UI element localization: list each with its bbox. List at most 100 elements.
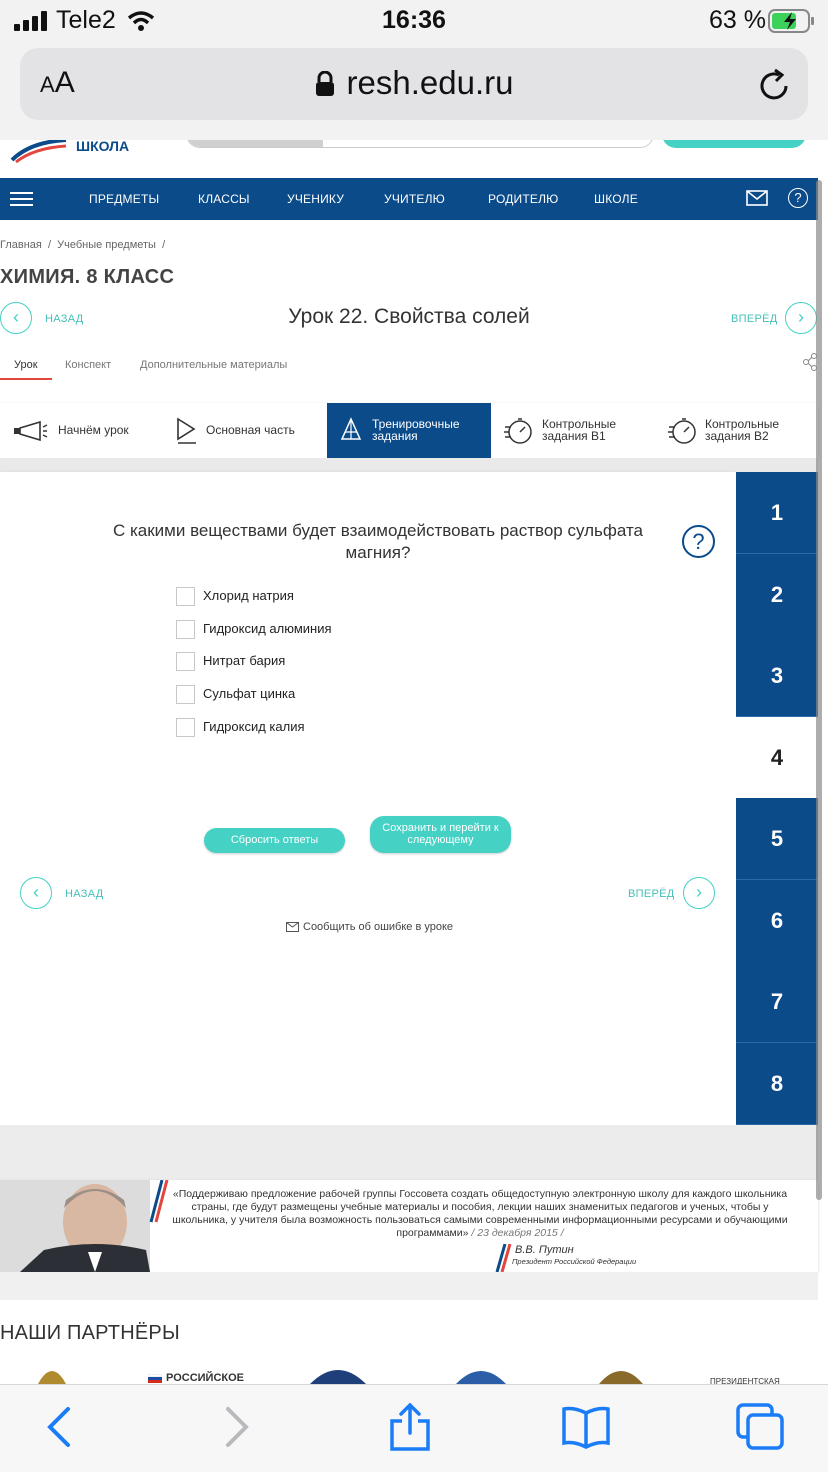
emblem-logo[interactable] (34, 1364, 70, 1384)
quote-signer: В.В. Путин (515, 1244, 574, 1256)
tab-lesson[interactable]: Урок (14, 359, 38, 371)
browser-address-area: AA resh.edu.ru (0, 44, 828, 140)
stage-training-label-2: задания (372, 429, 418, 443)
prev-task-link[interactable]: НАЗАД (65, 888, 103, 900)
clock: 16:36 (382, 6, 446, 34)
nav-subjects[interactable]: ПРЕДМЕТЫ (89, 192, 159, 206)
stage-main[interactable]: Основная часть (163, 403, 327, 458)
task-number-3[interactable]: 3 (736, 635, 818, 717)
scrollbar[interactable] (816, 180, 822, 1200)
lesson-title: Урок 22. Свойства солей (288, 305, 530, 328)
url-text: resh.edu.ru (20, 64, 808, 102)
share-icon[interactable] (384, 1403, 436, 1451)
content-backdrop (0, 458, 818, 472)
tab-extra-materials[interactable]: Дополнительные материалы (140, 359, 287, 371)
save-next-button[interactable]: Сохранить и перейти к следующему (370, 816, 511, 853)
question-help-icon[interactable]: ? (682, 525, 715, 558)
prev-task-arrow-icon[interactable]: ‹ (20, 877, 52, 909)
stage-control-b2[interactable]: Контрольные задания В2 (655, 403, 818, 458)
option-checkbox[interactable] (176, 718, 195, 737)
next-lesson-arrow-icon[interactable]: › (785, 302, 817, 334)
next-task-link[interactable]: ВПЕРЁД (628, 888, 675, 900)
stage-training[interactable]: Тренировочные задания (327, 403, 491, 458)
partners-heading: НАШИ ПАРТНЁРЫ (0, 1322, 180, 1344)
quote-signer-role: Президент Российской Федерации (512, 1257, 637, 1266)
pyramid-icon (340, 417, 362, 440)
forward-arrow-icon[interactable] (210, 1403, 262, 1451)
task-number-2[interactable]: 2 (736, 554, 818, 636)
main-nav: ПРЕДМЕТЫ КЛАССЫ УЧЕНИКУ УЧИТЕЛЮ РОДИТЕЛЮ… (0, 178, 818, 220)
reset-answers-button[interactable]: Сбросить ответы (204, 828, 345, 853)
emblem-logo[interactable] (308, 1364, 368, 1384)
flag-logo-icon (148, 1374, 162, 1383)
stage-control-b1[interactable]: Контрольные задания В1 (491, 403, 655, 458)
envelope-icon (286, 922, 299, 932)
reload-icon[interactable] (758, 68, 792, 104)
nav-teacher[interactable]: УЧИТЕЛЮ (384, 192, 445, 206)
breadcrumb-home[interactable]: Главная (0, 239, 42, 251)
url-label: resh.edu.ru (346, 64, 514, 101)
partner-logo-text[interactable]: РОССИЙСКОЕ (166, 1372, 244, 1384)
site-logo[interactable] (10, 140, 70, 164)
menu-icon[interactable] (10, 192, 33, 207)
stage-start[interactable]: Начнём урок (0, 403, 163, 458)
active-tab-indicator (0, 378, 52, 380)
bookmarks-icon[interactable] (560, 1403, 612, 1451)
option-checkbox[interactable] (176, 652, 195, 671)
option-label: Хлорид натрия (203, 588, 294, 603)
next-lesson-link[interactable]: ВПЕРЁД (731, 313, 778, 325)
task-number-5[interactable]: 5 (736, 798, 818, 880)
breadcrumb: Главная / Учебные предметы / (0, 239, 166, 251)
lock-icon (315, 70, 334, 96)
task-number-4[interactable]: 4 (736, 717, 818, 799)
portrait-image (0, 1180, 150, 1272)
flag-stripe-icon (495, 1244, 512, 1272)
next-task-arrow-icon[interactable]: › (683, 877, 715, 909)
task-number-8[interactable]: 8 (736, 1043, 818, 1125)
breadcrumb-subjects[interactable]: Учебные предметы (57, 239, 156, 251)
globe-logo[interactable] (454, 1364, 508, 1384)
help-icon[interactable]: ? (788, 188, 808, 208)
section-divider (0, 1272, 818, 1300)
stage-main-label: Основная часть (206, 423, 295, 437)
option-checkbox[interactable] (176, 620, 195, 639)
site-header-button[interactable] (662, 140, 806, 148)
task-card: С какими веществами будет взаимодействов… (0, 472, 736, 1125)
tabs-icon[interactable] (734, 1403, 786, 1451)
option-checkbox[interactable] (176, 685, 195, 704)
play-icon (177, 417, 196, 444)
option-checkbox[interactable] (176, 587, 195, 606)
report-error-link[interactable]: Сообщить об ошибке в уроке (303, 921, 453, 933)
question-text: С какими веществами будет взаимодействов… (112, 521, 644, 562)
task-number-1[interactable]: 1 (736, 472, 818, 554)
stage-b1-label-2: задания В1 (542, 429, 606, 443)
back-arrow-icon[interactable] (36, 1403, 88, 1451)
nav-classes[interactable]: КЛАССЫ (198, 192, 250, 206)
browser-toolbar (0, 1384, 828, 1472)
site-header: ШКОЛА (0, 140, 828, 178)
lesson-stages: Начнём урок Основная часть Тренировочные… (0, 403, 818, 458)
site-search-input[interactable] (186, 140, 654, 148)
emblem-logo[interactable] (597, 1364, 645, 1384)
option-label: Нитрат бария (203, 653, 286, 668)
option-label: Сульфат цинка (203, 686, 296, 701)
stopwatch-icon (668, 418, 696, 444)
mail-icon[interactable] (746, 190, 768, 206)
battery-charging-icon (768, 9, 814, 33)
quote-date: / 23 декабря 2015 / (471, 1227, 564, 1239)
ios-status-bar: Tele2 16:36 63 % (0, 0, 828, 44)
stopwatch-icon (504, 418, 532, 444)
address-bar[interactable]: AA resh.edu.ru (20, 48, 808, 120)
quote-banner: «Поддерживаю предложение рабочей группы … (0, 1180, 818, 1272)
option-label: Гидроксид калия (203, 719, 305, 734)
tab-summary[interactable]: Конспект (65, 359, 111, 371)
megaphone-icon (14, 421, 48, 441)
task-number-6[interactable]: 6 (736, 880, 818, 962)
option-label: Гидроксид алюминия (203, 621, 332, 636)
nav-parent[interactable]: РОДИТЕЛЮ (488, 192, 559, 206)
stage-start-label: Начнём урок (58, 423, 129, 437)
nav-student[interactable]: УЧЕНИКУ (287, 192, 344, 206)
content-backdrop-bottom (0, 1125, 818, 1180)
nav-school[interactable]: ШКОЛЕ (594, 192, 638, 206)
task-number-7[interactable]: 7 (736, 961, 818, 1043)
